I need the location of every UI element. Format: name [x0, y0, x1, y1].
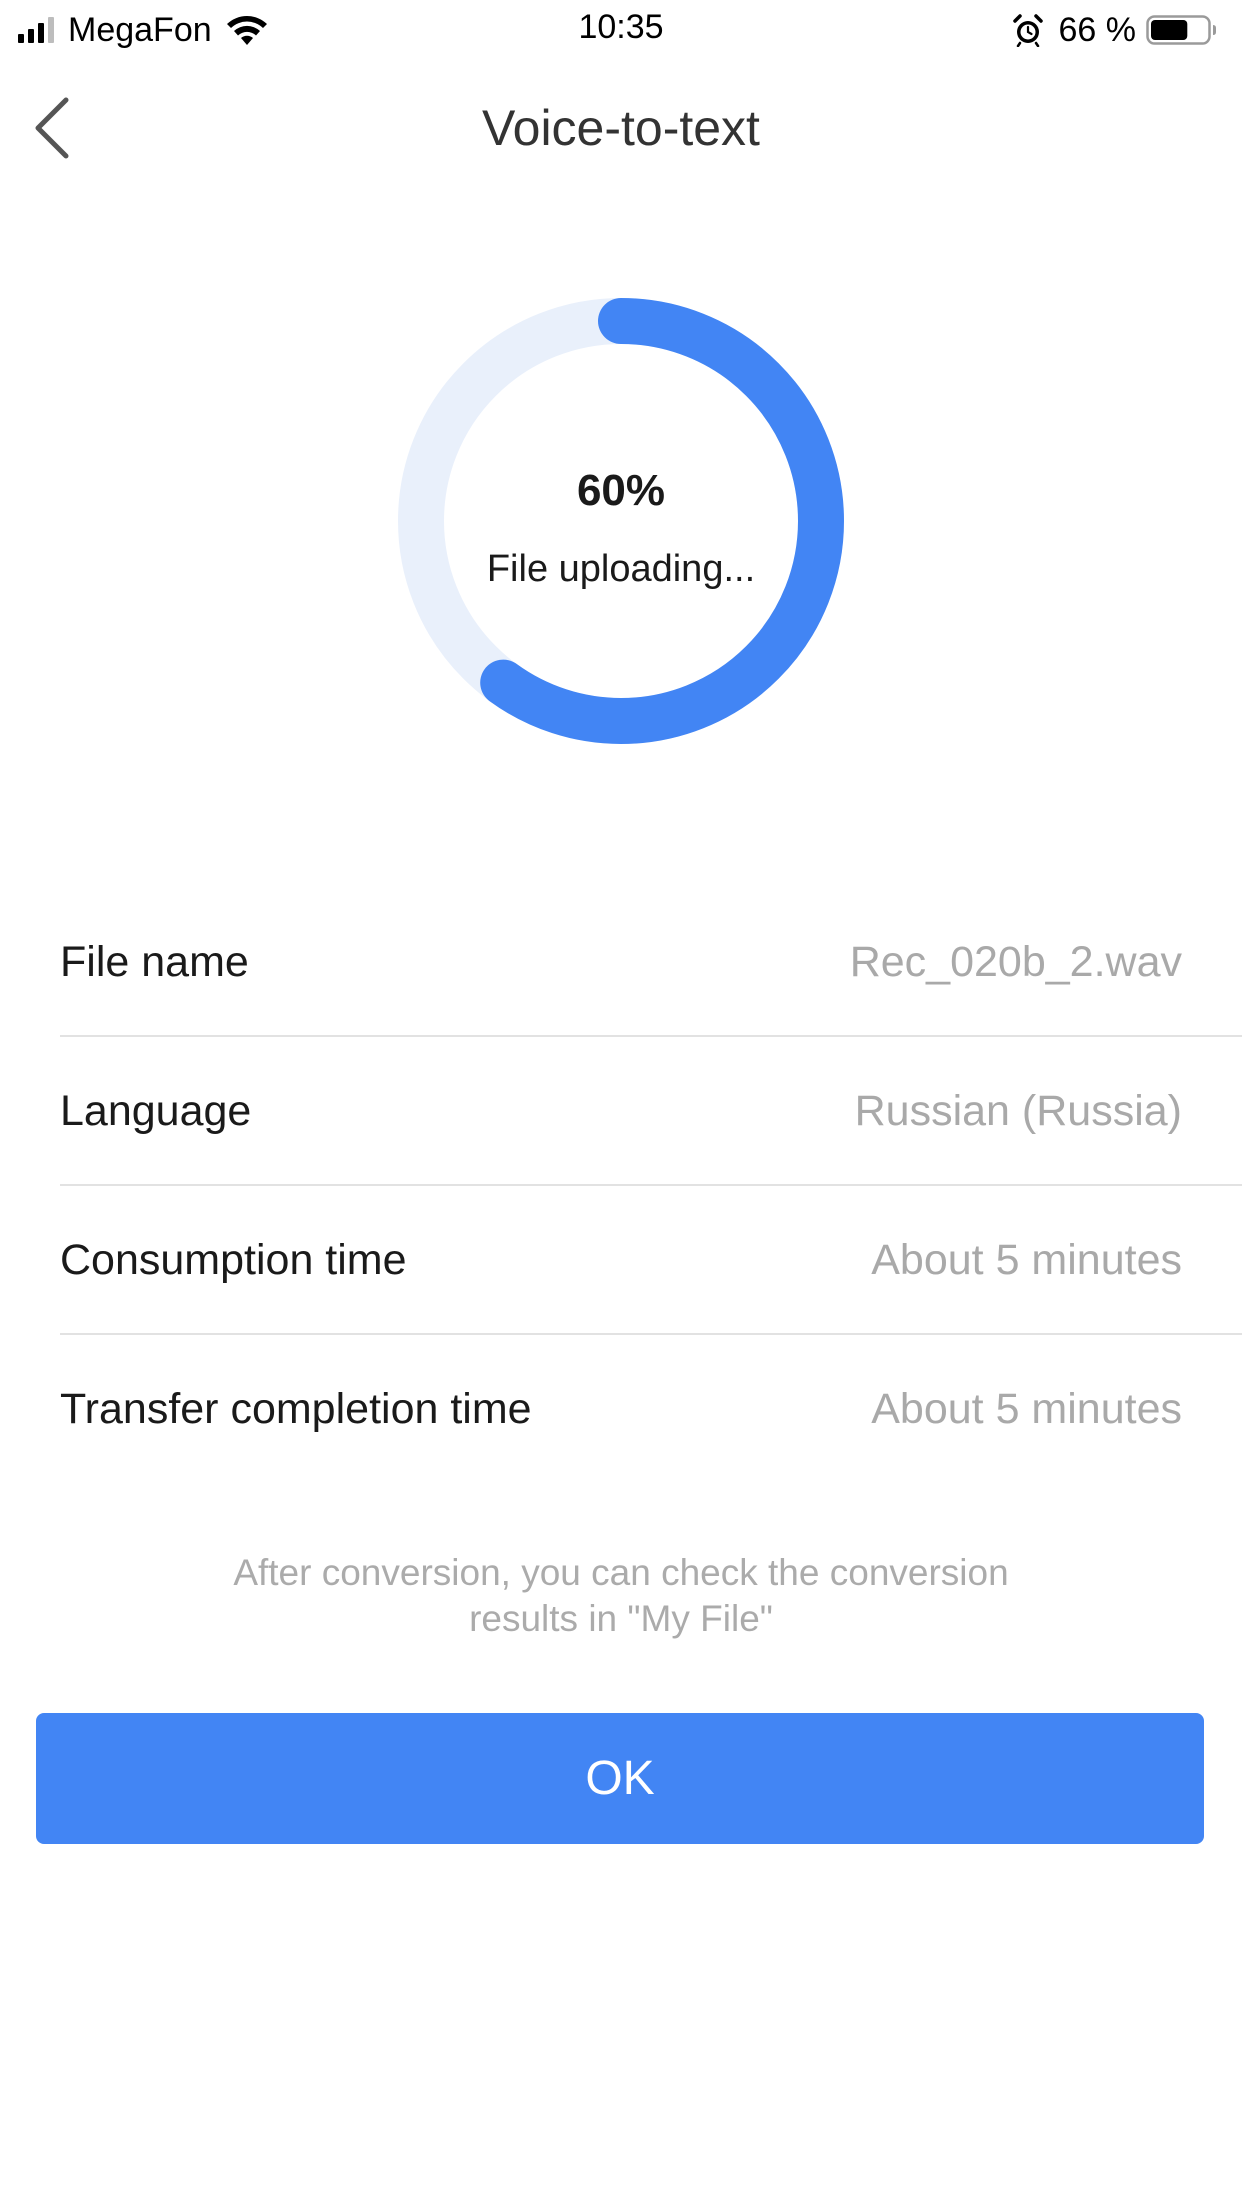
battery-icon: [1146, 15, 1216, 45]
conversion-hint: After conversion, you can check the conv…: [140, 1550, 1102, 1642]
info-row-file-name: File name Rec_020b_2.wav: [60, 888, 1242, 1037]
file-info-list: File name Rec_020b_2.wav Language Russia…: [60, 888, 1242, 1484]
chevron-left-icon: [35, 97, 69, 159]
info-value: Rec_020b_2.wav: [849, 938, 1182, 986]
info-value: Russian (Russia): [854, 1087, 1182, 1135]
hint-line-1: After conversion, you can check the conv…: [233, 1552, 1009, 1593]
ok-button[interactable]: OK: [36, 1713, 1204, 1844]
progress-percent: 60%: [576, 466, 666, 515]
info-label: Transfer completion time: [60, 1385, 532, 1433]
info-label: File name: [60, 938, 249, 986]
status-bar: MegaFon 10:35 66 %: [0, 0, 1242, 60]
info-label: Consumption time: [60, 1236, 407, 1284]
info-value: About 5 minutes: [871, 1385, 1182, 1433]
back-button[interactable]: [30, 96, 80, 160]
info-label: Language: [60, 1087, 252, 1135]
upload-progress-ring: 60% File uploading...: [398, 298, 844, 744]
info-value: About 5 minutes: [871, 1236, 1182, 1284]
info-row-language: Language Russian (Russia): [60, 1037, 1242, 1186]
page-title: Voice-to-text: [482, 100, 760, 156]
hint-line-2: results in "My File": [469, 1598, 773, 1639]
status-bar-right: 66 %: [1011, 10, 1219, 50]
info-row-consumption-time: Consumption time About 5 minutes: [60, 1186, 1242, 1335]
info-row-transfer-completion-time: Transfer completion time About 5 minutes: [60, 1335, 1242, 1484]
alarm-icon: [1012, 14, 1043, 47]
progress-text: 60% File uploading...: [398, 298, 844, 744]
progress-status: File uploading...: [486, 548, 756, 590]
nav-bar: Voice-to-text: [0, 70, 1242, 186]
battery-percent: 66 %: [1058, 10, 1137, 49]
